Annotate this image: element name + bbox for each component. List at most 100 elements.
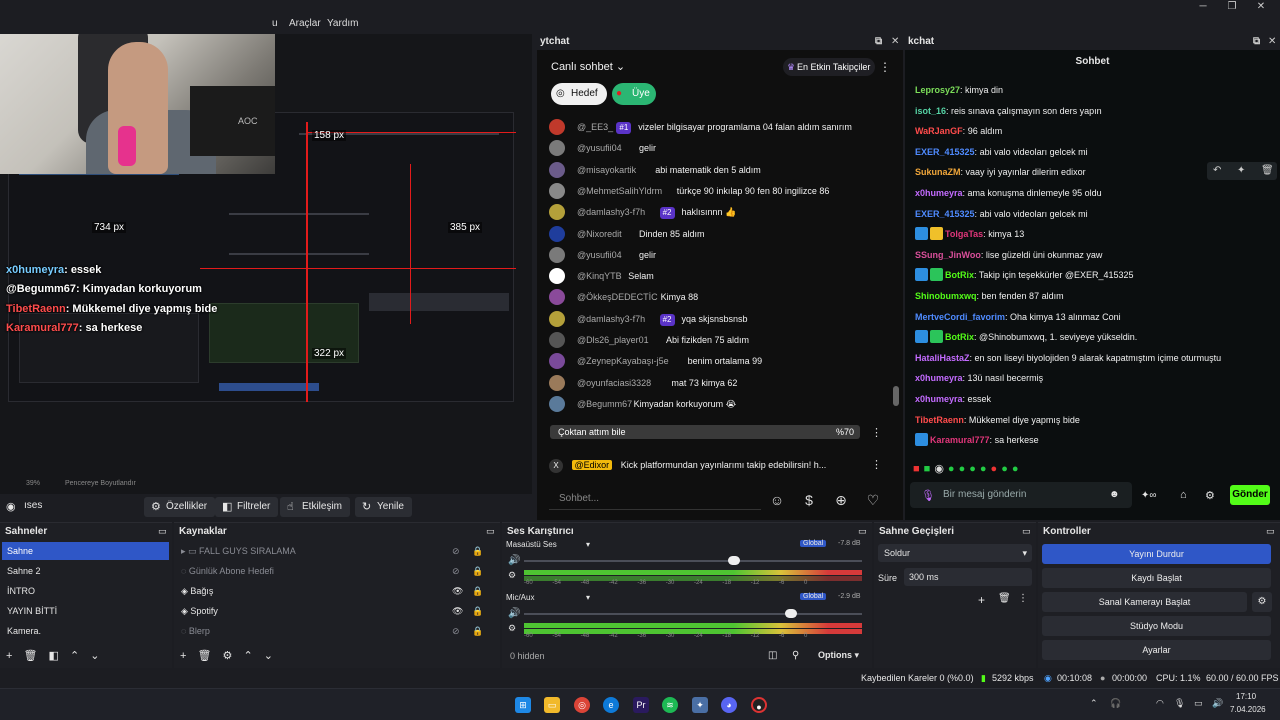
message-author[interactable]: TibetRaenn bbox=[915, 415, 964, 425]
message-author[interactable]: isot_16 bbox=[915, 106, 946, 116]
windows-start-icon[interactable]: ⊞ bbox=[515, 697, 531, 713]
message-author[interactable]: MertveCordi_favorim bbox=[915, 312, 1005, 322]
chat-message[interactable]: @Begumm67 Kimyadan korkuyorum 😭 bbox=[549, 394, 894, 414]
trash-icon[interactable]: 🗑 bbox=[998, 593, 1011, 604]
gear-icon[interactable]: ⚙ bbox=[1205, 489, 1215, 502]
app-icon[interactable]: ✦ bbox=[692, 697, 708, 713]
virtual-camera-button[interactable]: Sanal Kamerayı Başlat bbox=[1042, 592, 1247, 612]
more-icon[interactable]: ⋮ bbox=[871, 458, 882, 471]
spotify-icon[interactable]: ≋ bbox=[662, 697, 678, 713]
chat-message[interactable]: @ÖkkeşDEDECTİC Kimya 88 bbox=[549, 287, 894, 307]
trash-icon[interactable]: 🗑 bbox=[198, 650, 212, 662]
eye-icon[interactable]: 👁 bbox=[452, 582, 463, 600]
chat-message[interactable]: @damlashy3-f7h #2 yqa skjsnsbsnsb bbox=[549, 309, 894, 329]
dock-menu-icon[interactable]: ▭ bbox=[486, 526, 495, 537]
mic-icon[interactable]: 🎙 bbox=[1174, 698, 1185, 709]
chat-message[interactable]: @oyunfaciasi3328 mat 73 kimya 62 bbox=[549, 373, 894, 393]
clock-time[interactable]: 17:10 bbox=[1236, 692, 1256, 701]
arrow-up-icon[interactable]: ⌃ bbox=[243, 650, 252, 662]
menu-tools[interactable]: Araçlar bbox=[289, 18, 321, 29]
speaker-icon[interactable]: 🔊 bbox=[508, 555, 520, 566]
message-author[interactable]: x0humeyra bbox=[915, 188, 963, 198]
trash-icon[interactable]: 🗑 bbox=[1261, 162, 1274, 180]
message-author[interactable]: BotRix bbox=[945, 270, 974, 280]
chat-message[interactable]: @Dls26_player01 Abi fizikden 75 aldım bbox=[549, 330, 894, 350]
message-author[interactable]: Shinobumxwq bbox=[915, 291, 977, 301]
chat-message[interactable]: @misayokartik abi matematik den 5 aldım bbox=[549, 160, 894, 180]
close-icon[interactable]: ✕ bbox=[891, 34, 899, 50]
menu-help[interactable]: Yardım bbox=[327, 18, 359, 29]
member-pill[interactable]: ● Üye bbox=[612, 83, 656, 105]
chat-input[interactable]: Sohbet... bbox=[549, 488, 761, 510]
start-recording-button[interactable]: Kaydı Başlat bbox=[1042, 568, 1271, 588]
more-icon[interactable]: ⋮ bbox=[879, 60, 891, 74]
add-icon[interactable]: + bbox=[6, 650, 12, 662]
dock-menu-icon[interactable]: ▭ bbox=[1266, 526, 1275, 537]
close-button[interactable]: ✕ bbox=[1242, 0, 1280, 14]
goal-pill[interactable]: ◎ Hedef bbox=[551, 83, 607, 105]
close-icon[interactable]: ✕ bbox=[1268, 34, 1276, 50]
zoom-level[interactable]: 39% bbox=[26, 480, 40, 487]
volume-slider-track[interactable] bbox=[524, 613, 862, 615]
send-button[interactable]: Gönder bbox=[1230, 485, 1270, 505]
premiere-icon[interactable]: Pr bbox=[633, 697, 649, 713]
lock-icon[interactable]: 🔒 bbox=[472, 622, 483, 640]
chat-input[interactable]: Bir mesaj gönderin bbox=[910, 482, 1132, 508]
more-icon[interactable]: ⋮ bbox=[1018, 593, 1028, 604]
scene-item[interactable]: İNTRO bbox=[2, 582, 169, 600]
speaker-icon[interactable]: 🔊 bbox=[1212, 698, 1223, 709]
stop-stream-button[interactable]: Yayını Durdur bbox=[1042, 544, 1271, 564]
channel-settings-icon[interactable]: ⚙ bbox=[508, 623, 516, 634]
duration-input[interactable]: 300 ms bbox=[904, 568, 1032, 586]
chat-message[interactable]: Karamural777: sa herkese bbox=[915, 431, 1277, 449]
chat-message[interactable]: @_EE3_ #1 vizeler bilgisayar programlama 0… bbox=[549, 117, 894, 137]
scene-item[interactable]: Sahne 2 bbox=[2, 562, 169, 580]
pinned-message[interactable]: X @Edixor Kick platformundan yayınlarımı… bbox=[549, 456, 859, 474]
speaker-icon[interactable]: 🔊 bbox=[508, 608, 520, 619]
emote-bar[interactable]: ■■◉●●●●●●● bbox=[913, 462, 1023, 476]
message-author[interactable]: SSung_JinWoo bbox=[915, 250, 981, 260]
eye-off-icon[interactable]: ⊘ bbox=[452, 622, 460, 640]
chat-message[interactable]: @yusufii04 gelir bbox=[549, 245, 894, 265]
obs-icon[interactable]: ● bbox=[751, 697, 767, 713]
chat-message[interactable]: isot_16: reis sınava çalışmayın son ders… bbox=[915, 102, 1277, 120]
filters-button[interactable]: ◧ Filtreler bbox=[215, 497, 279, 517]
chat-message[interactable]: HataliHastaZ: en son liseyi biyolojiden … bbox=[915, 349, 1277, 367]
dock-menu-icon[interactable]: ▭ bbox=[158, 526, 167, 537]
chat-message[interactable]: BotRix: Takip için teşekkürler @EXER_415… bbox=[915, 266, 1277, 284]
scene-item[interactable]: Kamera. bbox=[2, 622, 169, 640]
gear-icon[interactable]: ⚙ bbox=[223, 650, 233, 662]
chat-message[interactable]: @MehmetSalihYldrm türkçe 90 inkılap 90 fe… bbox=[549, 181, 894, 201]
layout-icon[interactable]: ◫ bbox=[768, 650, 777, 661]
chat-message[interactable]: TibetRaenn: Mükkemel diye yapmış bide bbox=[915, 411, 1277, 429]
undock-icon[interactable]: ⧉ bbox=[875, 34, 882, 50]
edge-icon[interactable]: e bbox=[603, 697, 619, 713]
eye-off-icon[interactable]: ⊘ bbox=[452, 542, 460, 560]
volume-slider-handle[interactable] bbox=[785, 609, 798, 618]
chat-message[interactable]: Shinobumxwq: ben fenden 87 aldım bbox=[915, 287, 1277, 305]
lock-icon[interactable]: 🔒 bbox=[472, 562, 483, 580]
settings-button[interactable]: Ayarlar bbox=[1042, 640, 1271, 660]
chat-message[interactable]: @Nixoredit Dinden 85 aldım bbox=[549, 224, 894, 244]
channel-settings-icon[interactable]: ⚙ bbox=[508, 570, 516, 581]
arrow-down-icon[interactable]: ⌄ bbox=[264, 650, 273, 662]
chevron-down-icon[interactable]: ▾ bbox=[586, 593, 590, 602]
lock-icon[interactable]: 🔒 bbox=[472, 542, 483, 560]
refresh-button[interactable]: ↻ Yenile bbox=[355, 497, 412, 517]
chat-message[interactable]: EXER_415325: abi valo videoları gelcek m… bbox=[915, 205, 1277, 223]
message-author[interactable]: HataliHastaZ bbox=[915, 353, 970, 363]
pin-icon[interactable]: ✦ bbox=[1237, 162, 1245, 180]
chat-message[interactable]: @ZeynepKayabaşı-j5e benim ortalama 99 bbox=[549, 351, 894, 371]
eye-off-icon[interactable]: ⊘ bbox=[452, 562, 460, 580]
chat-message[interactable]: TolgaTas: kimya 13 bbox=[915, 225, 1277, 243]
file-explorer-icon[interactable]: ▭ bbox=[544, 697, 560, 713]
emoji-icon[interactable]: ☻ bbox=[1109, 489, 1120, 500]
chat-message[interactable]: Leprosy27: kimya din bbox=[915, 81, 1277, 99]
chat-message[interactable]: WaRJanGF: 96 aldım bbox=[915, 122, 1277, 140]
chat-message[interactable]: @KinqYTB Selam bbox=[549, 266, 894, 286]
discord-icon[interactable]: ◕ bbox=[721, 697, 737, 713]
message-author[interactable]: x0humeyra bbox=[915, 373, 963, 383]
chat-mode-select[interactable]: Canlı sohbet ⌄ bbox=[551, 60, 625, 73]
chat-message[interactable]: x0humeyra: ama konuşma dinlemeyle 95 old… bbox=[915, 184, 1277, 202]
source-item[interactable]: ◈ Bağış 👁 🔒 bbox=[176, 582, 494, 600]
